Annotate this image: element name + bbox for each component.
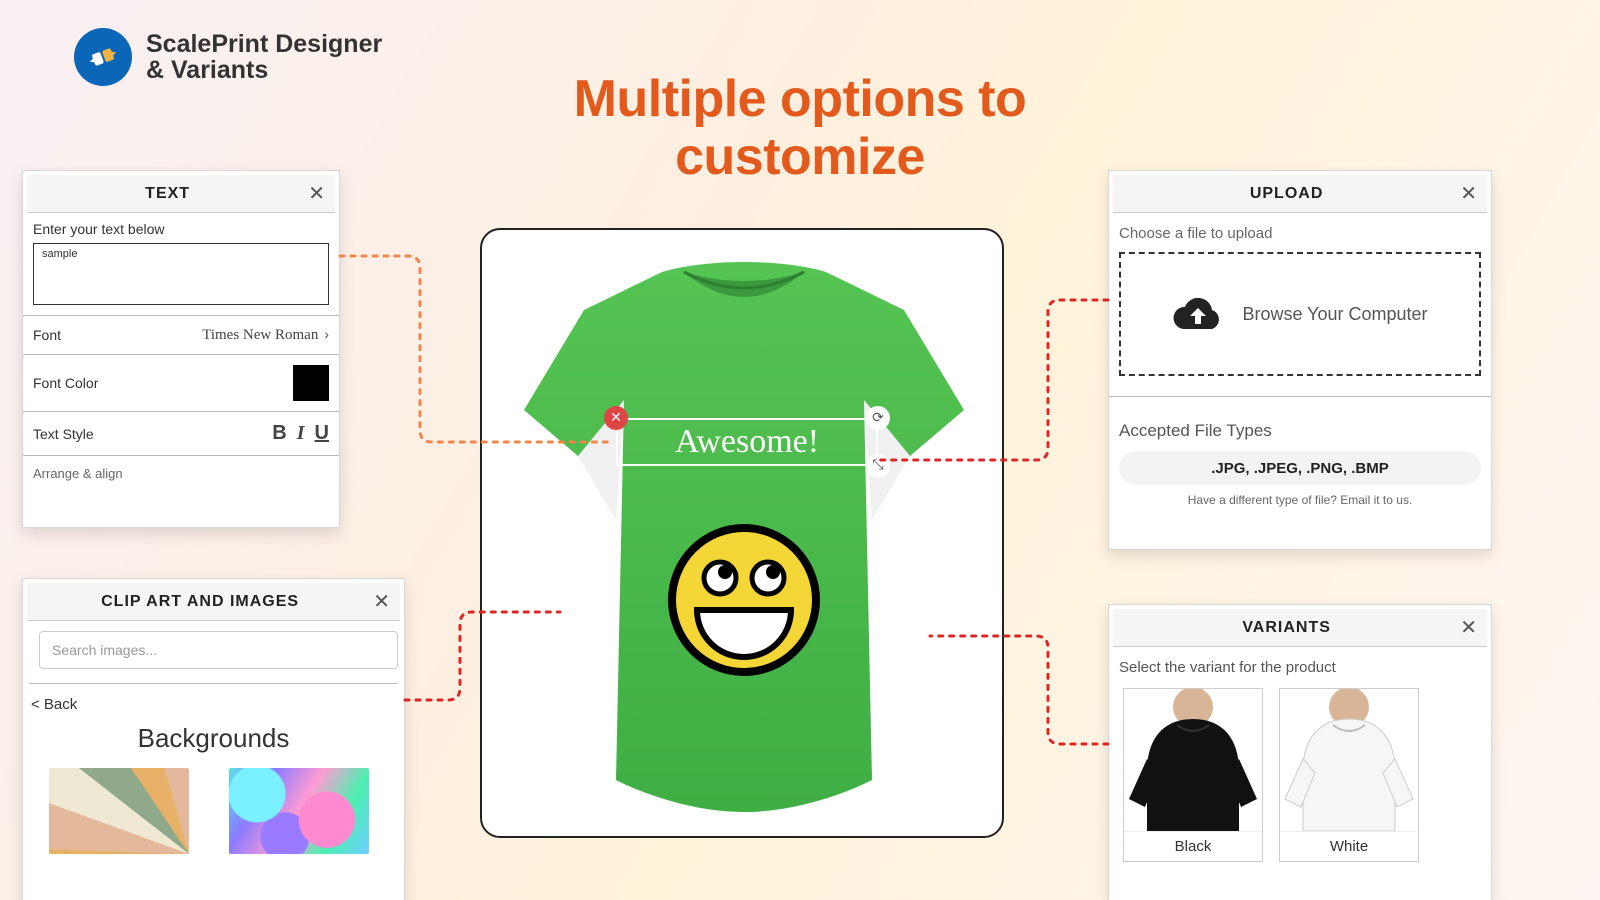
variant-label: White bbox=[1280, 831, 1418, 861]
italic-toggle[interactable]: I bbox=[297, 422, 305, 445]
font-label: Font bbox=[33, 327, 61, 343]
upload-hint: Choose a file to upload bbox=[1119, 225, 1481, 242]
variant-label: Black bbox=[1124, 831, 1262, 861]
clipart-section-title: Backgrounds bbox=[23, 723, 404, 754]
product-canvas[interactable]: Awesome! ✕ ⟳ ⤡ bbox=[480, 228, 1004, 838]
brand-block: ScalePrint Designer& Variants bbox=[74, 28, 382, 86]
variants-panel-title: VARIANTS bbox=[1113, 619, 1460, 637]
arrange-row[interactable]: Arrange & align bbox=[33, 456, 329, 481]
font-color-row[interactable]: Font Color bbox=[33, 355, 329, 411]
variant-card-white[interactable]: White bbox=[1279, 688, 1419, 862]
rotate-handle-icon[interactable]: ⟳ bbox=[866, 406, 890, 430]
page-title: Multiple options to customize bbox=[490, 70, 1110, 186]
close-icon[interactable]: ✕ bbox=[373, 592, 390, 612]
clipart-thumb-swirl[interactable] bbox=[49, 768, 189, 854]
accepted-other: Have a different type of file? Email it … bbox=[1119, 493, 1481, 507]
text-input-label: Enter your text below bbox=[33, 221, 329, 237]
variants-panel: VARIANTS ✕ Select the variant for the pr… bbox=[1108, 604, 1492, 900]
browse-label: Browse Your Computer bbox=[1242, 304, 1427, 325]
upload-dropzone[interactable]: Browse Your Computer bbox=[1119, 252, 1481, 376]
text-style-label: Text Style bbox=[33, 426, 94, 442]
color-swatch[interactable] bbox=[293, 365, 329, 401]
variant-card-black[interactable]: Black bbox=[1123, 688, 1263, 862]
accepted-types: .JPG, .JPEG, .PNG, .BMP bbox=[1119, 451, 1481, 485]
chevron-right-icon: › bbox=[324, 326, 329, 342]
clipart-panel: CLIP ART AND IMAGES ✕ Search images... <… bbox=[22, 578, 405, 900]
variants-hint: Select the variant for the product bbox=[1119, 659, 1481, 676]
text-panel-title: TEXT bbox=[27, 185, 308, 203]
close-icon[interactable]: ✕ bbox=[1460, 184, 1477, 204]
accepted-title: Accepted File Types bbox=[1119, 421, 1481, 441]
resize-handle-icon[interactable]: ⤡ bbox=[866, 454, 890, 478]
close-icon[interactable]: ✕ bbox=[308, 184, 325, 204]
cloud-upload-icon bbox=[1172, 294, 1224, 334]
delete-handle-icon[interactable]: ✕ bbox=[604, 406, 628, 430]
text-style-row[interactable]: Text Style B I U bbox=[33, 412, 329, 455]
bold-toggle[interactable]: B bbox=[272, 422, 286, 445]
back-link[interactable]: < Back bbox=[31, 696, 396, 713]
text-input[interactable]: sample bbox=[33, 243, 329, 305]
variants-grid: Black White bbox=[1119, 688, 1481, 862]
font-row[interactable]: Font Times New Roman › bbox=[33, 316, 329, 354]
close-icon[interactable]: ✕ bbox=[1460, 618, 1477, 638]
upload-panel: UPLOAD ✕ Choose a file to upload Browse … bbox=[1108, 170, 1492, 550]
clipart-thumb-holo[interactable] bbox=[229, 768, 369, 854]
font-value: Times New Roman bbox=[202, 327, 318, 343]
font-color-label: Font Color bbox=[33, 375, 98, 391]
underline-toggle[interactable]: U bbox=[315, 422, 329, 445]
search-input[interactable]: Search images... bbox=[39, 631, 398, 669]
canvas-text-value: Awesome! bbox=[675, 423, 819, 461]
canvas-text-object[interactable]: Awesome! ✕ ⟳ ⤡ bbox=[616, 418, 878, 466]
clipart-panel-title: CLIP ART AND IMAGES bbox=[27, 593, 373, 611]
text-panel: TEXT ✕ Enter your text below sample Font… bbox=[22, 170, 340, 528]
brand-name: ScalePrint Designer& Variants bbox=[146, 31, 382, 84]
upload-panel-title: UPLOAD bbox=[1113, 185, 1460, 203]
canvas-smiley-icon[interactable] bbox=[664, 520, 824, 680]
brand-logo-icon bbox=[74, 28, 132, 86]
